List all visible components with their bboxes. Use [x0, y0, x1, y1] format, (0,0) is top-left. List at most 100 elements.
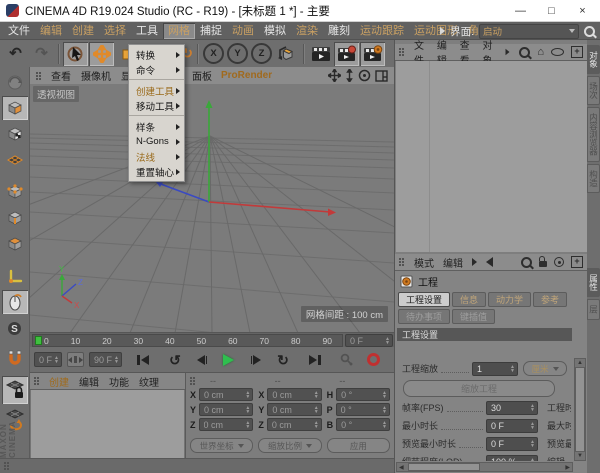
lock-y-axis-button[interactable]: Y	[226, 42, 249, 65]
move-tool-button[interactable]	[89, 42, 114, 66]
spinner-icon[interactable]: ▲▼	[243, 406, 250, 414]
texture-mode-button[interactable]	[2, 122, 28, 146]
coordinate-field[interactable]: 0 cm ▲▼	[199, 418, 254, 431]
menu-item[interactable]: 编辑	[35, 23, 67, 39]
viewport-menu-item[interactable]: 摄像机	[81, 68, 111, 83]
vertical-scrollbar[interactable]: ▲ ▼	[574, 358, 586, 461]
next-key-button[interactable]: ↻	[272, 350, 294, 370]
lock-icon[interactable]	[539, 261, 547, 267]
viewport-menu-prorender[interactable]: ProRender	[221, 70, 272, 81]
render-picture-viewer-button[interactable]	[334, 42, 359, 66]
add-icon[interactable]: +	[571, 46, 583, 58]
section-header[interactable]: 工程设置	[397, 328, 572, 341]
size-mode-select[interactable]: 缩放比例	[258, 438, 321, 453]
menu-item[interactable]: 工具	[131, 23, 163, 39]
lock-x-axis-button[interactable]: X	[202, 42, 225, 65]
spinner-icon[interactable]: ▲▼	[312, 421, 319, 429]
menu-item[interactable]: 文件	[3, 23, 35, 39]
menu-item[interactable]: 运动跟踪	[355, 23, 409, 39]
mesh-menu-item[interactable]: 样条	[129, 119, 184, 134]
manager-tab[interactable]: 构造	[587, 164, 600, 193]
lock-workplane-button[interactable]	[2, 376, 28, 404]
attribute-tab[interactable]: 键插值	[452, 309, 495, 324]
panel-grip[interactable]	[399, 258, 401, 260]
manager-tab[interactable]: 属性	[587, 268, 600, 297]
range-start-field[interactable]: 0 F ▲▼	[34, 352, 62, 367]
home-icon[interactable]: ⌂	[537, 47, 544, 58]
goto-end-button[interactable]	[304, 350, 326, 370]
menu-overflow-icon[interactable]	[506, 49, 510, 55]
history-forward-icon[interactable]	[472, 258, 477, 266]
attribute-menu-item[interactable]: 模式	[414, 255, 434, 270]
render-view-button[interactable]	[308, 42, 333, 66]
scroll-right-icon[interactable]: ▶	[565, 464, 570, 471]
menu-item[interactable]: 动画	[227, 23, 259, 39]
scrollbar-thumb[interactable]	[408, 463, 480, 471]
object-list[interactable]	[396, 61, 587, 252]
visibility-icon[interactable]	[551, 48, 564, 56]
live-selection-button[interactable]	[63, 42, 88, 66]
search-icon[interactable]	[519, 47, 530, 58]
setting-field[interactable]: 0 F ▲▼	[486, 437, 538, 451]
viewport-canvas[interactable]: Y Z X 透视视图 网格间距 : 100 cm	[30, 84, 394, 332]
attribute-tab[interactable]: 参考	[533, 292, 567, 307]
polygons-mode-button[interactable]	[2, 232, 28, 256]
menu-item[interactable]: 创建	[67, 23, 99, 39]
mesh-menu-item[interactable]: 命令	[129, 62, 184, 80]
lock-z-axis-button[interactable]: Z	[250, 42, 273, 65]
enable-axis-button[interactable]	[2, 264, 28, 288]
scroll-left-icon[interactable]: ◀	[399, 464, 404, 471]
apply-button[interactable]: 应用	[327, 438, 390, 453]
viewport-menu-panel[interactable]: 面板	[192, 68, 212, 83]
manager-tab[interactable]: 内容浏览器	[587, 107, 600, 162]
attribute-tab[interactable]: 信息	[452, 292, 486, 307]
menu-item[interactable]: 选择	[99, 23, 131, 39]
redo-button[interactable]: ↷	[29, 42, 54, 66]
spinner-icon[interactable]: ▲▼	[528, 404, 535, 412]
spinner-icon[interactable]: ▲▼	[243, 421, 250, 429]
mesh-menu-item[interactable]: 转换	[129, 47, 184, 62]
viewport-solo-button[interactable]	[2, 290, 28, 314]
edges-mode-button[interactable]	[2, 206, 28, 230]
spinner-icon[interactable]: ▲▼	[528, 458, 535, 462]
spinner-icon[interactable]: ▲▼	[528, 422, 535, 430]
coordinate-field[interactable]: 0 cm ▲▼	[199, 388, 253, 401]
spinner-icon[interactable]: ▲▼	[52, 356, 59, 364]
add-icon[interactable]: +	[571, 256, 583, 268]
spinner-icon[interactable]: ▲▼	[508, 365, 515, 373]
project-scale-field[interactable]: 1 ▲▼	[472, 362, 518, 376]
scale-project-button[interactable]: 缩放工程	[403, 380, 555, 397]
spinner-icon[interactable]: ▲▼	[380, 406, 387, 414]
current-frame-marker[interactable]	[35, 336, 42, 345]
preview-range-toggle[interactable]	[67, 352, 84, 367]
setting-field[interactable]: 0 F ▲▼	[486, 419, 538, 433]
coordinate-field[interactable]: 0 cm ▲▼	[199, 403, 253, 416]
menu-item[interactable]: 网格	[163, 23, 195, 39]
points-mode-button[interactable]	[2, 180, 28, 204]
previous-key-button[interactable]: ↺	[164, 350, 186, 370]
menu-overflow-icon[interactable]	[440, 27, 445, 35]
timeline-ruler[interactable]: 0102030405060708090	[32, 334, 343, 347]
panel-grip[interactable]	[36, 72, 38, 74]
command-search-icon[interactable]	[584, 26, 595, 37]
close-button[interactable]: ×	[567, 0, 598, 22]
menu-item[interactable]: 捕捉	[195, 23, 227, 39]
spinner-icon[interactable]: ▲▼	[312, 391, 319, 399]
spinner-icon[interactable]: ▲▼	[243, 391, 250, 399]
scroll-down-icon[interactable]: ▼	[577, 453, 583, 459]
spinner-icon[interactable]: ▲▼	[312, 406, 319, 414]
magnet-snap-button[interactable]	[2, 346, 28, 370]
spinner-icon[interactable]: ▲▼	[528, 440, 535, 448]
setting-field[interactable]: 100 % ▲▼	[486, 455, 538, 462]
unit-select[interactable]: 厘米	[523, 361, 567, 376]
manager-tab[interactable]: 层	[587, 299, 600, 320]
minimize-button[interactable]: —	[505, 0, 536, 22]
menu-item[interactable]: 渲染	[291, 23, 323, 39]
play-button[interactable]	[218, 350, 240, 370]
coordinate-field[interactable]: 0 cm ▲▼	[267, 388, 321, 401]
coordinate-system-button[interactable]	[274, 42, 299, 66]
scroll-up-icon[interactable]: ▲	[577, 360, 583, 366]
make-editable-button[interactable]	[2, 70, 28, 94]
spinner-icon[interactable]: ▲▼	[383, 337, 390, 345]
coordinate-field[interactable]: 0 ° ▲▼	[336, 418, 390, 431]
